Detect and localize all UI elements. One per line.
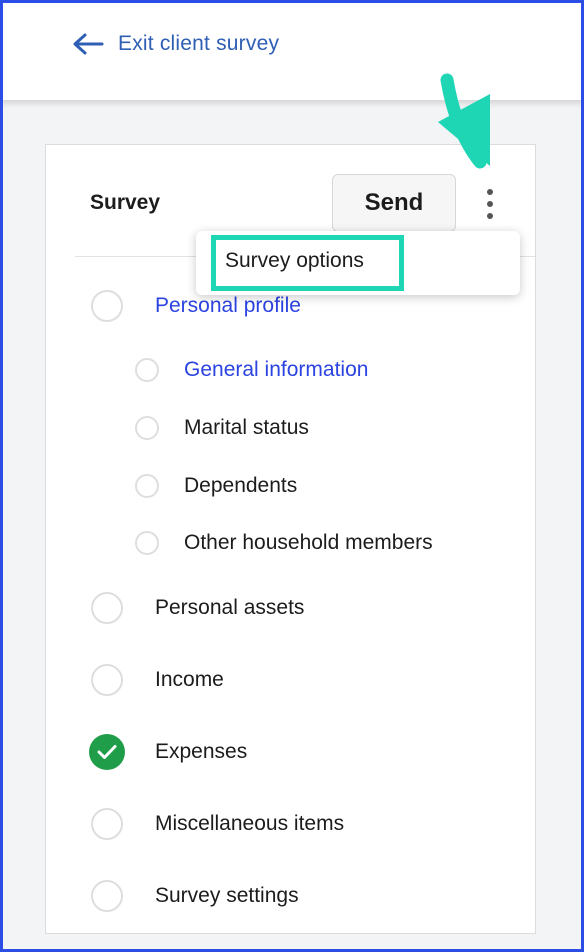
section-label: Miscellaneous items	[155, 812, 345, 835]
exit-survey-link[interactable]: Exit client survey	[72, 32, 279, 56]
arrow-left-icon	[72, 32, 104, 56]
section-expenses[interactable]: Expenses	[89, 734, 248, 770]
section-label: Personal assets	[155, 596, 305, 619]
subsection-label: Dependents	[184, 474, 298, 497]
section-label: Survey settings	[155, 884, 299, 907]
status-circle-icon	[91, 808, 123, 840]
section-personal-assets[interactable]: Personal assets	[91, 592, 304, 624]
status-circle-icon	[91, 592, 123, 624]
section-label: Personal profile	[155, 294, 301, 317]
section-income[interactable]: Income	[91, 664, 224, 696]
send-button[interactable]: Send	[332, 174, 456, 232]
subsection-dependents[interactable]: Dependents	[135, 474, 297, 498]
status-circle-icon	[135, 531, 159, 555]
checkmark-complete-icon	[89, 734, 125, 770]
status-circle-icon	[91, 290, 123, 322]
section-miscellaneous-items[interactable]: Miscellaneous items	[91, 808, 344, 840]
status-circle-icon	[91, 880, 123, 912]
subsection-other-household-members[interactable]: Other household members	[135, 531, 433, 555]
subsection-label: Other household members	[184, 531, 433, 554]
status-circle-icon	[91, 664, 123, 696]
status-circle-icon	[135, 358, 159, 382]
subsection-label: General information	[184, 358, 369, 381]
subsection-marital-status[interactable]: Marital status	[135, 416, 309, 440]
section-label: Income	[155, 668, 224, 691]
section-label: Expenses	[155, 740, 248, 763]
subsection-general-information[interactable]: General information	[135, 358, 368, 382]
status-circle-icon	[135, 474, 159, 498]
kebab-menu-icon[interactable]	[482, 189, 498, 219]
survey-options-dropdown: Survey options	[196, 231, 520, 295]
status-circle-icon	[135, 416, 159, 440]
section-survey-settings[interactable]: Survey settings	[91, 880, 299, 912]
exit-survey-label: Exit client survey	[118, 32, 280, 55]
survey-options-menu-item[interactable]: Survey options	[225, 249, 364, 273]
survey-title: Survey	[90, 191, 161, 214]
annotation-arrow-icon	[438, 73, 490, 169]
subsection-label: Marital status	[184, 416, 309, 439]
